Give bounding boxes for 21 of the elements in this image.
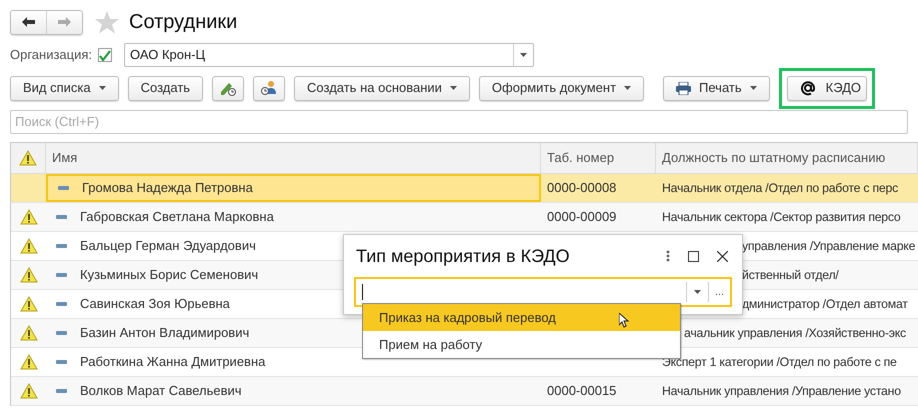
organization-label: Организация:: [10, 46, 92, 64]
employee-number: 0000-00008: [547, 179, 616, 198]
position-text: дминистратор /Отдел автомат: [742, 296, 908, 313]
position-text: Начальник отдела /Отдел по работе с перс: [662, 180, 898, 197]
position-text: управления /Управление марке: [742, 238, 916, 255]
employee-name: Кузьминых Борис Семенович: [80, 266, 258, 284]
organization-value: ОАО Крон-Ц: [129, 46, 206, 64]
employee-name: Савинская Зоя Юрьевна: [80, 295, 230, 314]
employee-number: 0000-00009: [547, 208, 616, 226]
position-text: ачальник управления /Хозяйственно-экс: [684, 324, 906, 342]
employee-name: Волков Марат Савельевич: [80, 382, 242, 400]
employee-name: Работкина Жанна Дмитриевна: [80, 353, 266, 372]
employee-number: 0000-00015: [547, 382, 616, 400]
employee-name: Базин Антон Владимирович: [80, 324, 250, 342]
employee-name: Бальцер Герман Эдуардович: [80, 237, 256, 256]
position-text: Начальник сектора /Сектор развития персо: [662, 208, 901, 226]
position-text: Начальник управления /Управление устано: [662, 382, 901, 400]
employee-name: Громова Надежда Петровна: [82, 179, 253, 198]
page-title: Сотрудники: [129, 10, 238, 35]
position-text: йственный отдел/: [742, 266, 839, 284]
employee-name: Габровская Светлана Марковна: [80, 208, 274, 226]
